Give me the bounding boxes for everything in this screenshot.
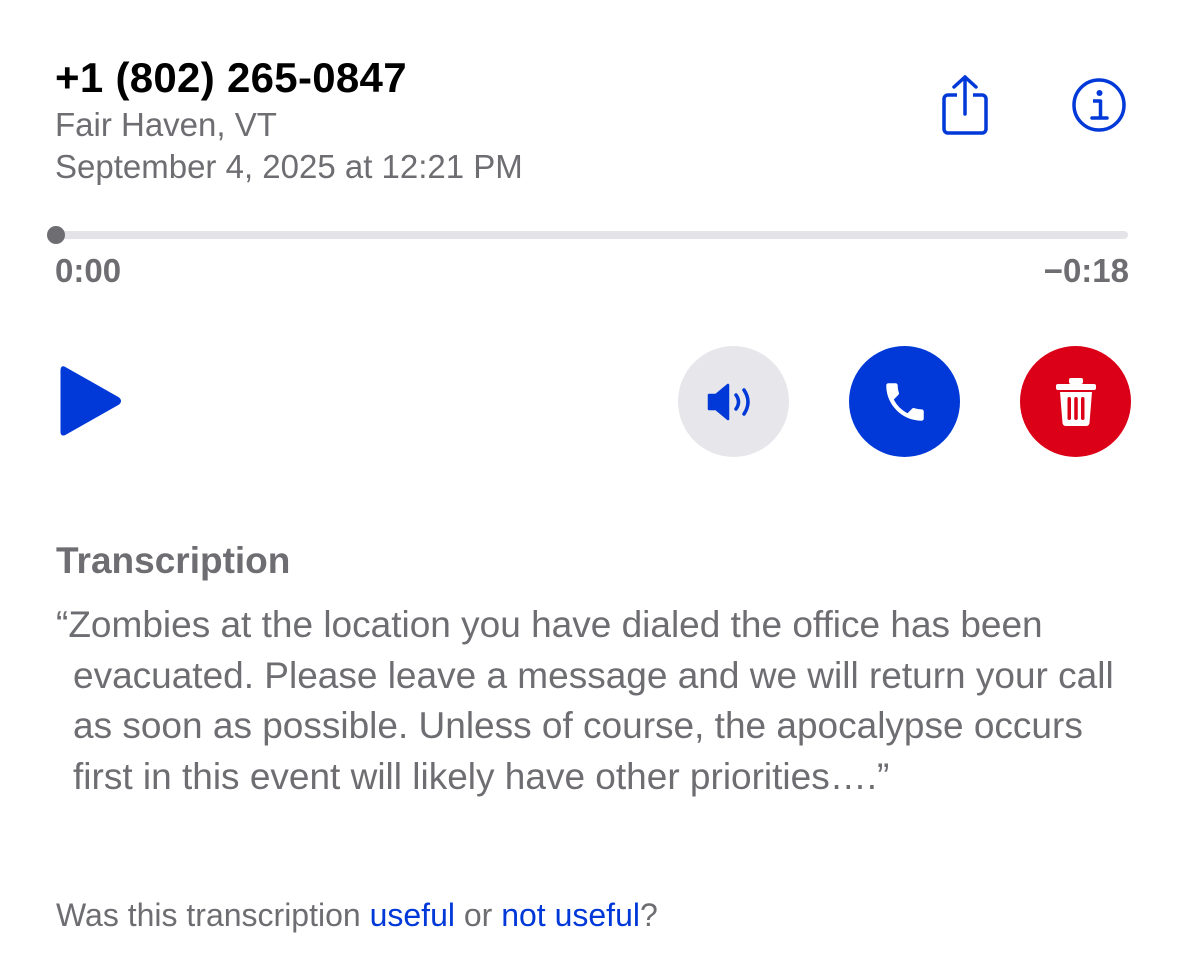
play-button[interactable] (58, 364, 128, 438)
feedback-suffix: ? (639, 897, 658, 933)
transcription-feedback: Was this transcription useful or not use… (56, 897, 658, 934)
feedback-prefix: Was this transcription (56, 897, 370, 933)
info-icon (1072, 78, 1126, 132)
speaker-button[interactable] (678, 346, 789, 457)
phone-icon (885, 382, 924, 421)
caller-phone-number: +1 (802) 265-0847 (55, 54, 407, 101)
share-icon (942, 75, 988, 135)
feedback-middle: or (454, 897, 502, 933)
caller-location: Fair Haven, VT (55, 106, 277, 143)
scrubber-knob[interactable] (47, 226, 65, 244)
elapsed-time: 0:00 (55, 252, 122, 289)
useful-link[interactable]: useful (370, 897, 455, 933)
transcription-text: “Zombies at the location you have dialed… (56, 604, 1114, 797)
trash-icon (1055, 377, 1096, 426)
playback-scrubber[interactable] (47, 226, 1128, 244)
speaker-icon (707, 383, 750, 420)
share-button[interactable] (930, 70, 1000, 140)
play-icon (60, 366, 121, 436)
scrubber-track (56, 231, 1128, 239)
delete-button[interactable] (1020, 346, 1131, 457)
not-useful-link[interactable]: not useful (501, 897, 640, 933)
call-back-button[interactable] (849, 346, 960, 457)
voicemail-datetime: September 4, 2025 at 12:21 PM (55, 148, 523, 185)
transcription-heading: Transcription (56, 540, 291, 581)
remaining-time: −0:18 (1043, 252, 1129, 289)
info-button[interactable] (1064, 70, 1134, 140)
